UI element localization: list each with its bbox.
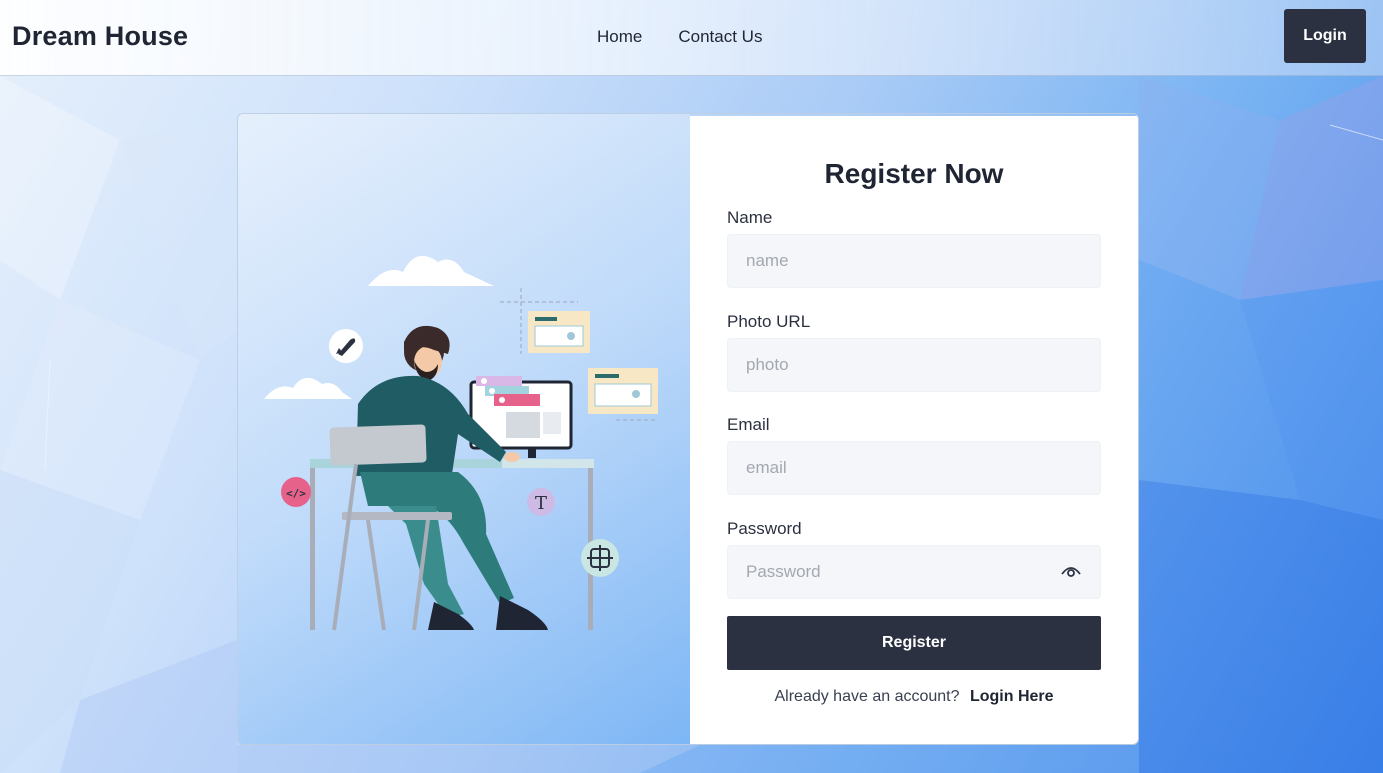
login-here-link[interactable]: Login Here	[970, 688, 1054, 705]
nav-link-contact-us[interactable]: Contact Us	[678, 27, 762, 47]
form-title: Register Now	[824, 158, 1004, 189]
brand-logo[interactable]: Dream House	[12, 21, 188, 52]
password-label: Password	[727, 519, 802, 538]
nav-link-home[interactable]: Home	[597, 27, 642, 47]
rocket-icon	[329, 329, 363, 363]
developer-illustration: </> T	[264, 255, 658, 631]
register-card: </> T Register Now Name Photo URL Email …	[237, 113, 1139, 745]
photo-url-input[interactable]	[727, 338, 1101, 392]
svg-text:</>: </>	[286, 487, 306, 500]
navbar: Dream House Home Contact Us Login	[0, 0, 1383, 76]
register-form: Register Now Name Photo URL Email Passwo…	[690, 116, 1138, 744]
cloud-icon	[368, 255, 494, 286]
eye-icon[interactable]	[1061, 564, 1081, 578]
photo-url-label: Photo URL	[727, 312, 811, 331]
already-text: Already have an account?	[774, 688, 960, 705]
nav-links: Home Contact Us	[597, 27, 762, 47]
text-tool-icon: T	[527, 488, 555, 516]
illustration-panel: </> T	[238, 114, 690, 744]
ui-card-icon	[588, 368, 658, 414]
name-label: Name	[727, 208, 773, 227]
person-icon	[356, 325, 548, 630]
register-button[interactable]: Register	[727, 616, 1101, 670]
name-input[interactable]	[727, 234, 1101, 288]
email-input[interactable]	[727, 441, 1101, 495]
email-label: Email	[727, 415, 770, 434]
svg-text:T: T	[535, 493, 547, 514]
password-input[interactable]	[727, 545, 1101, 599]
login-button[interactable]: Login	[1284, 9, 1366, 63]
login-prompt: Already have an account? Login Here	[690, 688, 1138, 706]
cloud-icon	[264, 377, 352, 399]
code-icon: </>	[281, 477, 311, 507]
ui-card-icon	[528, 311, 590, 353]
grid-icon	[581, 539, 619, 577]
